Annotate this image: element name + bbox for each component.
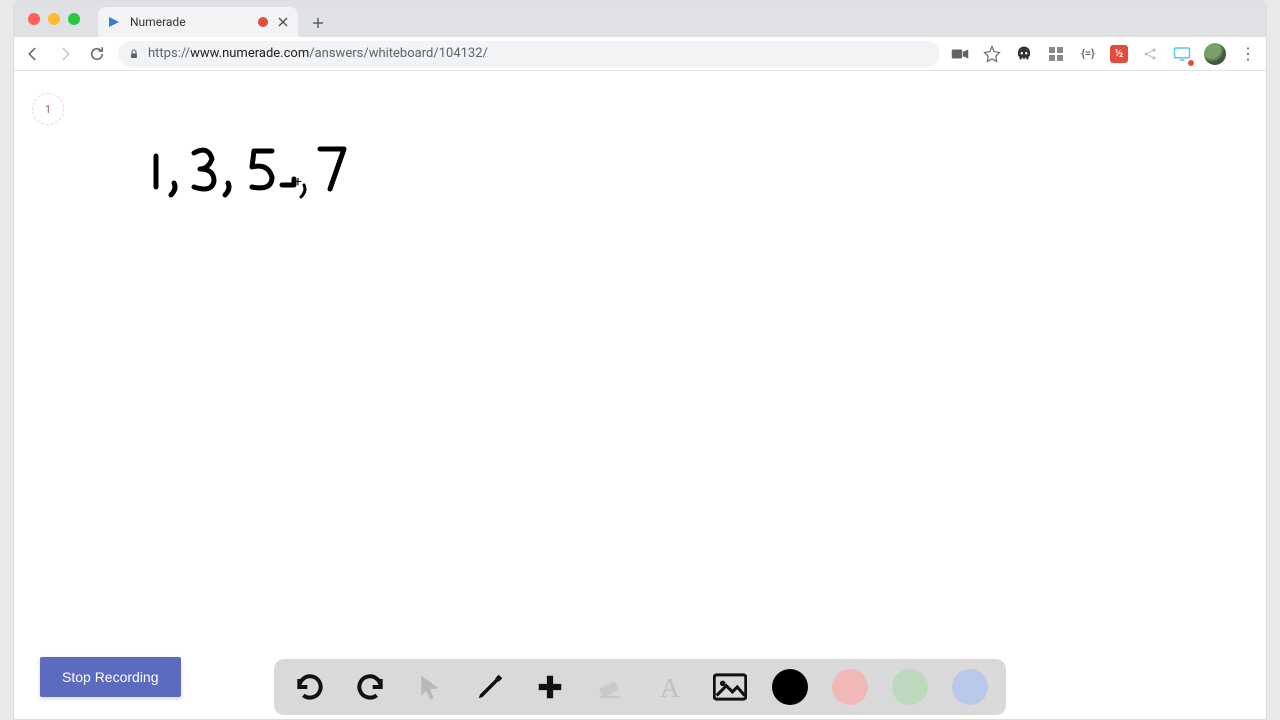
recording-indicator-icon [258, 17, 268, 27]
address-bar[interactable]: https://www.numerade.com/answers/whitebo… [118, 41, 940, 67]
browser-tab[interactable]: Numerade [98, 7, 298, 37]
color-black-swatch[interactable] [772, 669, 808, 705]
svg-text:A: A [660, 672, 680, 702]
page-indicator: 1 [32, 93, 64, 125]
back-button[interactable] [22, 43, 44, 65]
eraser-tool-button[interactable] [592, 669, 628, 705]
lock-icon [128, 48, 140, 60]
tab-favicon [106, 14, 122, 30]
red-badge-icon[interactable]: ½ [1110, 45, 1128, 63]
tab-title: Numerade [130, 15, 250, 29]
menu-button[interactable]: ⋮ [1238, 44, 1258, 64]
color-pink-swatch[interactable] [832, 669, 868, 705]
add-tool-button[interactable] [532, 669, 568, 705]
crosshair-cursor-icon: + [294, 174, 302, 190]
close-tab-button[interactable] [276, 15, 290, 29]
image-tool-button[interactable] [712, 669, 748, 705]
browser-window: Numerade [14, 1, 1266, 719]
browser-toolbar: https://www.numerade.com/answers/whitebo… [14, 37, 1266, 71]
share-icon[interactable] [1140, 44, 1160, 64]
handwriting-strokes [134, 131, 474, 241]
forward-button[interactable] [54, 43, 76, 65]
color-blue-swatch[interactable] [952, 669, 988, 705]
color-green-swatch[interactable] [892, 669, 928, 705]
star-icon[interactable] [982, 44, 1002, 64]
video-icon[interactable] [950, 44, 970, 64]
skull-icon[interactable] [1014, 44, 1034, 64]
whiteboard-toolbar: A [274, 659, 1006, 715]
url-text: https://www.numerade.com/answers/whitebo… [148, 46, 488, 61]
new-tab-button[interactable] [304, 9, 332, 37]
window-controls [22, 1, 86, 37]
tab-strip: Numerade [14, 1, 1266, 37]
close-window-button[interactable] [28, 13, 40, 25]
desktop-background: Numerade [0, 0, 1280, 720]
page-content: 1 [14, 71, 1266, 719]
page-number: 1 [45, 103, 51, 116]
pointer-tool-button[interactable] [412, 669, 448, 705]
text-tool-button[interactable]: A [652, 669, 688, 705]
pen-tool-button[interactable] [472, 669, 508, 705]
reload-button[interactable] [86, 43, 108, 65]
profile-avatar[interactable] [1204, 43, 1226, 65]
stop-recording-button[interactable]: Stop Recording [40, 657, 181, 697]
redo-button[interactable] [352, 669, 388, 705]
extension-icons: {=} ½ ⋮ [950, 43, 1258, 65]
undo-button[interactable] [292, 669, 328, 705]
braces-icon[interactable]: {=} [1078, 44, 1098, 64]
monitor-icon[interactable] [1172, 44, 1192, 64]
grid-icon[interactable] [1046, 44, 1066, 64]
minimize-window-button[interactable] [48, 13, 60, 25]
maximize-window-button[interactable] [68, 13, 80, 25]
whiteboard-canvas[interactable]: 1 [14, 71, 1266, 719]
